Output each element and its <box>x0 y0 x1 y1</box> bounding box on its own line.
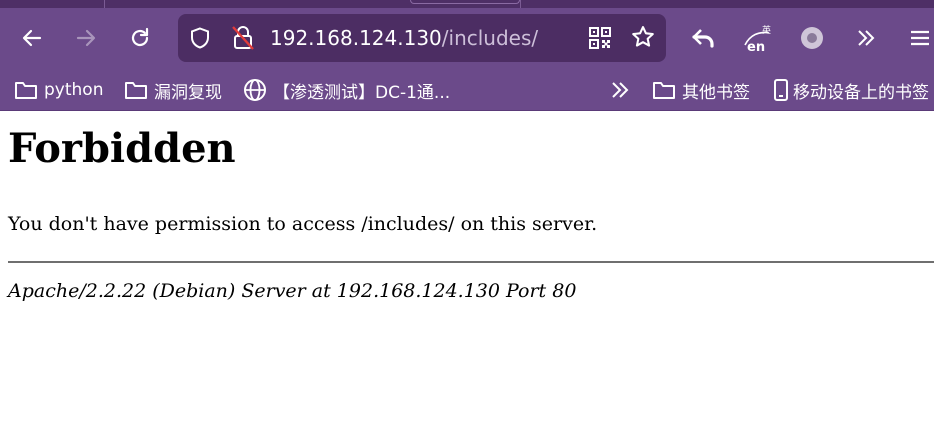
double-chevron-right-icon <box>612 82 629 98</box>
bookmark-folder-mobile[interactable]: 移动设备上的书签 <box>772 70 929 110</box>
double-chevron-right-icon <box>858 30 875 46</box>
undo-close-tab-button[interactable] <box>682 16 726 60</box>
insecure-lock-icon[interactable] <box>230 24 256 56</box>
arrow-right-icon <box>76 29 96 47</box>
reload-button[interactable] <box>118 16 162 60</box>
qr-code-icon[interactable] <box>588 26 612 54</box>
error-message: You don't have permission to access /inc… <box>8 213 598 235</box>
folder-icon <box>125 82 147 99</box>
folder-icon <box>15 82 37 99</box>
overflow-toolbar-button[interactable] <box>844 16 888 60</box>
address-bar[interactable]: 192.168.124.130/includes/ <box>178 14 666 62</box>
tab-indicator <box>410 0 520 4</box>
translate-icon-subtext: 英 <box>762 24 771 36</box>
bookmark-label: 其他书签 <box>682 82 750 103</box>
bookmark-folder-vuln-repro[interactable]: 漏洞复现 <box>124 70 222 110</box>
translate-icon-text: en <box>747 40 765 53</box>
undo-arrow-icon <box>692 29 714 48</box>
url-text[interactable]: 192.168.124.130/includes/ <box>270 24 538 52</box>
forward-button[interactable] <box>64 16 108 60</box>
bookmark-folder-python[interactable]: python <box>14 70 103 110</box>
tab-divider <box>520 0 521 8</box>
translate-button[interactable]: en 英 <box>736 16 780 60</box>
tracking-protection-shield-icon[interactable] <box>188 26 212 54</box>
extension-button[interactable] <box>790 16 834 60</box>
translate-icon: en 英 <box>744 24 771 53</box>
extension-circle-icon <box>801 27 823 49</box>
bookmark-label: 漏洞复现 <box>154 82 222 103</box>
url-path: /includes/ <box>441 26 539 50</box>
url-host: 192.168.124.130 <box>270 26 442 50</box>
tab-divider <box>104 0 105 8</box>
bookmark-label: 移动设备上的书签 <box>793 82 929 103</box>
globe-icon <box>244 79 266 101</box>
arrow-left-icon <box>22 29 42 47</box>
tab-strip <box>0 0 934 8</box>
bookmark-link-dc1[interactable]: 【渗透测试】DC-1通... <box>243 70 450 110</box>
bookmarks-toolbar: python 漏洞复现 【渗透测试】DC-1通... 其他书签 移动设备上的书签 <box>0 70 934 111</box>
reload-icon <box>131 27 149 47</box>
mobile-icon <box>774 79 788 101</box>
bookmark-folder-other[interactable]: 其他书签 <box>652 70 750 110</box>
app-menu-button[interactable] <box>898 16 934 60</box>
page-content: Forbidden You don't have permission to a… <box>0 111 934 441</box>
back-button[interactable] <box>10 16 54 60</box>
bookmark-label: 【渗透测试】DC-1通... <box>273 82 451 103</box>
bookmarks-overflow-button[interactable] <box>608 70 632 110</box>
folder-icon <box>653 82 675 99</box>
server-signature: Apache/2.2.22 (Debian) Server at 192.168… <box>8 280 577 302</box>
navigation-toolbar: 192.168.124.130/includes/ en 英 <box>0 8 934 70</box>
divider <box>8 261 934 263</box>
hamburger-menu-icon <box>911 30 929 46</box>
page-title: Forbidden <box>8 125 236 172</box>
bookmark-star-icon[interactable] <box>630 24 656 54</box>
bookmark-label: python <box>44 80 104 100</box>
